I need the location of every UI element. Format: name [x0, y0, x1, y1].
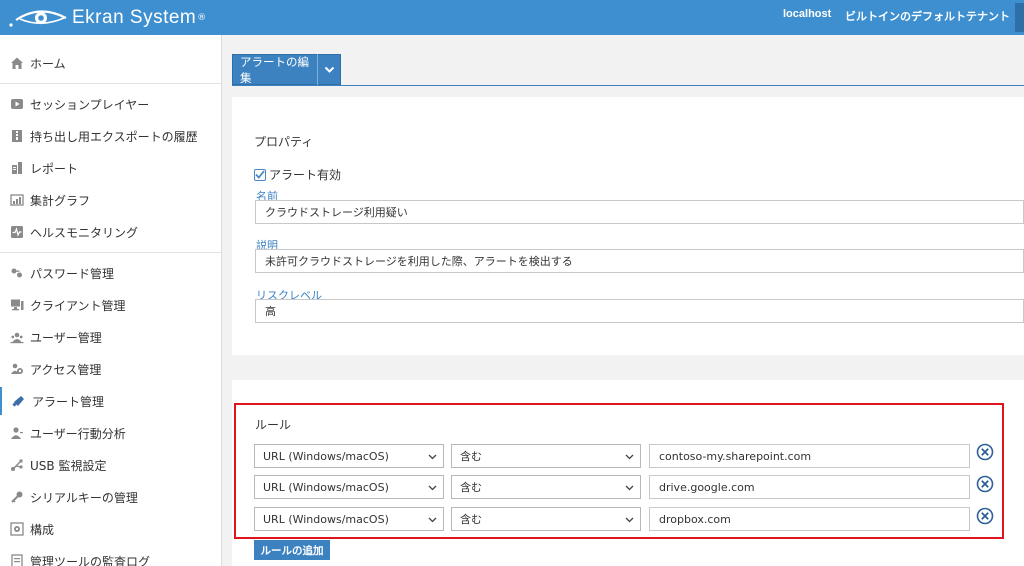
sidebar-item-configuration[interactable]: 構成 — [0, 515, 222, 543]
chevron-down-icon — [625, 454, 634, 460]
sidebar-item-label: アラート管理 — [32, 394, 105, 409]
sidebar-item-user-behavior-analytics[interactable]: ユーザー行動分析 — [0, 419, 222, 447]
top-bar: Ekran System ® localhost ビルトインのデフォルトテナント — [0, 0, 1024, 35]
sidebar-item-serial-keys[interactable]: シリアルキーの管理 — [0, 483, 222, 511]
sidebar-item-label: シリアルキーの管理 — [30, 490, 138, 505]
registered-mark: ® — [197, 12, 207, 23]
key-icon — [10, 490, 24, 504]
chevron-down-icon — [428, 454, 437, 460]
rule-value-input[interactable]: contoso-my.sharepoint.com — [649, 444, 970, 468]
sidebar-item-reports[interactable]: レポート — [0, 154, 222, 182]
sidebar-item-label: ヘルスモニタリング — [30, 225, 139, 240]
rule-operator-select[interactable]: 含む — [451, 475, 641, 499]
health-icon — [10, 225, 24, 239]
properties-title: プロパティ — [254, 135, 314, 149]
sidebar-item-label: 構成 — [30, 522, 55, 537]
sidebar-item-password-management[interactable]: パスワード管理 — [0, 259, 222, 287]
divider — [0, 252, 222, 253]
edit-alert-label: アラートの編集 — [240, 54, 309, 85]
remove-rule-icon[interactable] — [976, 475, 994, 493]
chevron-down-icon[interactable] — [318, 66, 340, 74]
sidebar-item-label: レポート — [30, 161, 79, 176]
rule-operator-select[interactable]: 含む — [451, 507, 641, 531]
users-icon — [10, 330, 24, 344]
sidebar-item-alert-management[interactable]: アラート管理 — [0, 387, 222, 415]
remove-rule-icon[interactable] — [976, 443, 994, 461]
sidebar-item-label: 持ち出し用エクスポートの履歴 — [30, 129, 198, 144]
sidebar-item-label: USB 監視設定 — [30, 458, 107, 473]
rule-field-value: URL (Windows/macOS) — [263, 512, 389, 526]
rule-value-input[interactable]: dropbox.com — [649, 507, 970, 531]
sidebar-item-label: ホーム — [30, 56, 66, 71]
access-icon — [10, 362, 24, 376]
divider — [0, 83, 222, 84]
rule-operator-value: 含む — [460, 450, 482, 463]
sidebar-item-label: クライアント管理 — [30, 298, 126, 313]
chevron-down-icon — [625, 517, 634, 523]
keys-icon — [10, 266, 24, 280]
home-icon — [10, 56, 24, 70]
sidebar-item-home[interactable]: ホーム — [0, 49, 222, 77]
sidebar-item-label: パスワード管理 — [30, 266, 115, 281]
chevron-down-icon — [428, 517, 437, 523]
sidebar-item-session-player[interactable]: セッションプレイヤー — [0, 90, 222, 118]
sidebar-item-client-management[interactable]: クライアント管理 — [0, 291, 222, 319]
chevron-down-icon — [428, 485, 437, 491]
audit-icon — [10, 554, 24, 566]
report-icon — [10, 161, 24, 175]
user-menu-button[interactable] — [1015, 3, 1024, 32]
rule-field-select[interactable]: URL (Windows/macOS) — [254, 475, 444, 499]
sidebar-item-label: アクセス管理 — [30, 362, 102, 377]
rule-operator-value: 含む — [460, 481, 482, 494]
chart-icon — [10, 193, 24, 207]
sidebar-item-health-monitoring[interactable]: ヘルスモニタリング — [0, 218, 222, 246]
rule-field-value: URL (Windows/macOS) — [263, 480, 389, 494]
tenant-label[interactable]: ビルトインのデフォルトテナント — [845, 8, 1010, 24]
rules-title: ルール — [255, 418, 292, 432]
rule-field-value: URL (Windows/macOS) — [263, 449, 389, 463]
remove-rule-icon[interactable] — [976, 507, 994, 525]
sidebar: ホーム セッションプレイヤー 持ち出し用エクスポートの履歴 レポート 集計グラフ… — [0, 35, 222, 566]
sidebar-item-label: 集計グラフ — [30, 193, 91, 208]
sidebar-item-label: ユーザー管理 — [30, 330, 102, 345]
rule-field-select[interactable]: URL (Windows/macOS) — [254, 507, 444, 531]
risk-level-field[interactable]: 高 — [255, 299, 1024, 323]
brand-name: Ekran System — [72, 6, 197, 28]
tab-underline — [232, 85, 1024, 86]
archive-icon — [10, 129, 24, 143]
sidebar-item-usb-monitoring[interactable]: USB 監視設定 — [0, 451, 222, 479]
name-field[interactable]: クラウドストレージ利用疑い — [255, 200, 1024, 224]
sidebar-item-export-history[interactable]: 持ち出し用エクスポートの履歴 — [0, 122, 222, 150]
check-icon — [254, 168, 266, 181]
sidebar-item-access-management[interactable]: アクセス管理 — [0, 355, 222, 383]
host-label[interactable]: localhost — [783, 8, 831, 20]
sidebar-item-audit-log[interactable]: 管理ツールの監査ログ — [0, 547, 222, 566]
sidebar-item-label: ユーザー行動分析 — [30, 426, 126, 441]
play-icon — [10, 97, 24, 111]
rule-value-input[interactable]: drive.google.com — [649, 475, 970, 499]
edit-alert-tab[interactable]: アラートの編集 — [232, 54, 341, 85]
alert-enabled-checkbox[interactable]: アラート有効 — [254, 166, 341, 183]
user-analytics-icon — [10, 426, 24, 440]
sidebar-item-charts[interactable]: 集計グラフ — [0, 186, 222, 214]
eye-logo-icon — [9, 9, 67, 27]
sidebar-item-label: 管理ツールの監査ログ — [30, 554, 151, 566]
rule-operator-select[interactable]: 含む — [451, 444, 641, 468]
logo[interactable]: Ekran System ® — [8, 4, 206, 31]
description-field[interactable]: 未許可クラウドストレージを利用した際、アラートを検出する — [255, 249, 1024, 273]
sidebar-item-user-management[interactable]: ユーザー管理 — [0, 323, 222, 351]
megaphone-icon — [12, 394, 26, 408]
rule-operator-value: 含む — [460, 513, 482, 526]
monitor-icon — [10, 298, 24, 312]
add-rule-button[interactable]: ルールの追加 — [254, 540, 330, 560]
chevron-down-icon — [625, 485, 634, 491]
usb-icon — [10, 458, 24, 472]
config-icon — [10, 522, 24, 536]
rule-field-select[interactable]: URL (Windows/macOS) — [254, 444, 444, 468]
sidebar-item-label: セッションプレイヤー — [30, 97, 150, 112]
alert-enabled-label: アラート有効 — [269, 168, 342, 182]
